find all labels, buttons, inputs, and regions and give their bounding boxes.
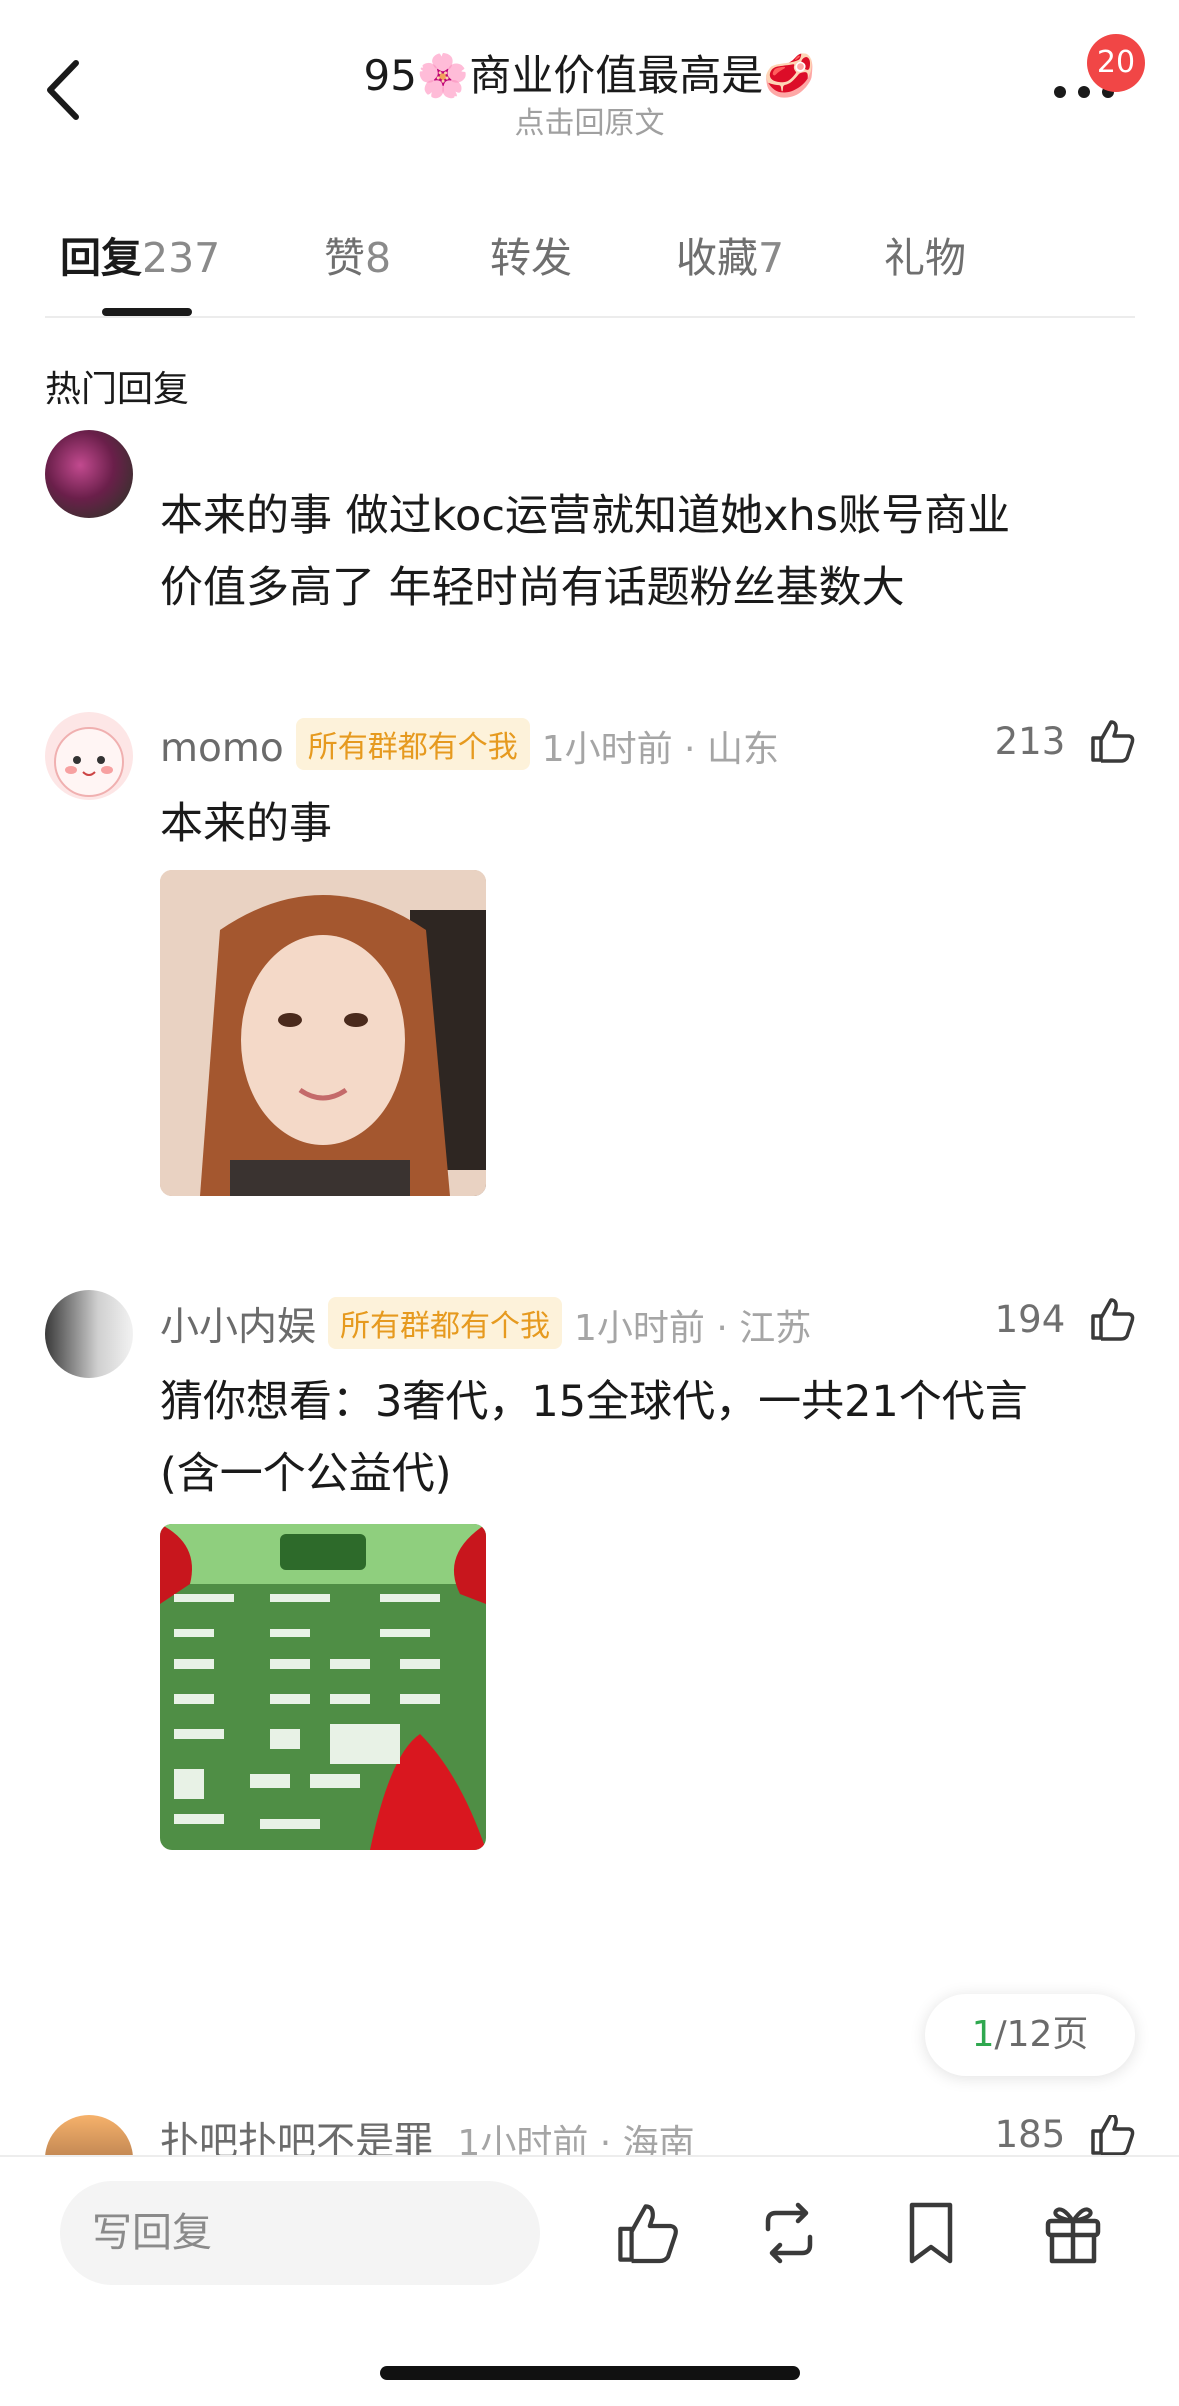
- tab-label: 转发: [490, 234, 572, 282]
- comment-text[interactable]: 本来的事: [160, 788, 1120, 860]
- thumbs-up-icon: [1091, 2115, 1135, 2155]
- avatar[interactable]: [45, 430, 133, 518]
- avatar[interactable]: [45, 712, 133, 800]
- tab-label: 回复: [60, 234, 142, 282]
- avatar[interactable]: [45, 1290, 133, 1378]
- home-indicator[interactable]: [380, 2366, 800, 2380]
- thumbs-up-icon: [1091, 1298, 1135, 1341]
- back-to-original-link[interactable]: 点击回原文: [0, 98, 1179, 142]
- user-badge: 所有群都有个我: [295, 718, 530, 770]
- gift-button[interactable]: [1038, 2195, 1108, 2271]
- thumbs-up-icon: [1091, 720, 1135, 763]
- tab-label: 赞: [324, 234, 365, 282]
- tab-count: 237: [142, 234, 221, 282]
- tab-gifts[interactable]: 礼物: [884, 224, 966, 284]
- tab-reposts[interactable]: 转发: [490, 224, 572, 284]
- current-page: 1: [971, 2014, 995, 2055]
- comment-item: momo 所有群都有个我 1小时前 · 山东 213 本来的事: [0, 710, 1179, 1210]
- bookmark-icon: [909, 2202, 953, 2264]
- comment-meta: 扑吧扑吧不是罪 1小时前 · 海南: [160, 2115, 695, 2155]
- notification-badge: 20: [1087, 34, 1145, 92]
- tab-bar: 回复237 赞8 转发 收藏7 礼物: [0, 200, 1179, 318]
- tab-replies[interactable]: 回复237: [60, 224, 220, 284]
- username[interactable]: 小小内娱: [160, 1305, 316, 1350]
- repost-button[interactable]: [754, 2195, 824, 2271]
- like-count: 194: [994, 1297, 1066, 1341]
- selfie-photo-image: [160, 870, 486, 1196]
- total-pages: /12页: [994, 2014, 1089, 2055]
- comment-meta: momo 所有群都有个我 1小时前 · 山东: [160, 718, 779, 778]
- timestamp-location: 1小时前 · 海南: [457, 2123, 695, 2155]
- comment-text-line: 本来的事 做过koc运营就知道她xhs账号商业: [160, 491, 1011, 541]
- timestamp-location: 1小时前 · 山东: [541, 729, 779, 770]
- post-title[interactable]: 95🌸商业价值最高是🥩: [0, 42, 1179, 103]
- like-button[interactable]: 194: [995, 1294, 1137, 1354]
- tab-label: 收藏: [676, 234, 758, 282]
- comment-image[interactable]: [160, 1524, 486, 1850]
- comment-item: 本来的事 做过koc运营就知道她xhs账号商业 价值多高了 年轻时尚有话题粉丝基…: [0, 430, 1179, 680]
- username[interactable]: 扑吧扑吧不是罪: [160, 2120, 433, 2155]
- hot-replies-heading: 热门回复: [45, 369, 190, 410]
- repost-icon: [765, 2202, 813, 2264]
- like-count: 185: [994, 2115, 1066, 2155]
- comment-item: 小小内娱 所有群都有个我 1小时前 · 江苏 194 猜你想看：3奢代，15全球代，…: [0, 1288, 1179, 2028]
- page-indicator[interactable]: 1/12页: [925, 1994, 1135, 2076]
- comment-meta: 小小内娱 所有群都有个我 1小时前 · 江苏: [160, 1296, 811, 1356]
- user-badge: 所有群都有个我: [328, 1297, 563, 1349]
- comment-text-line: (含一个公益代): [160, 1449, 452, 1499]
- tab-label: 礼物: [884, 234, 966, 282]
- tab-favorites[interactable]: 收藏7: [676, 224, 784, 284]
- reply-input[interactable]: 写回复: [60, 2181, 540, 2285]
- tab-likes[interactable]: 赞8: [324, 224, 391, 284]
- top-nav-bar: 95🌸商业价值最高是🥩 点击回原文 20: [0, 0, 1179, 200]
- like-count: 213: [994, 719, 1066, 763]
- comment-text-line: 猜你想看：3奢代，15全球代，一共21个代言: [160, 1377, 1028, 1427]
- comment-image[interactable]: [160, 870, 486, 1196]
- comment-item: 扑吧扑吧不是罪 1小时前 · 海南 185: [0, 2115, 1179, 2155]
- like-post-button[interactable]: [612, 2195, 682, 2271]
- avatar[interactable]: [45, 2115, 133, 2155]
- favorite-button[interactable]: [896, 2195, 966, 2271]
- timestamp-location: 1小时前 · 江苏: [574, 1308, 812, 1349]
- username[interactable]: momo: [160, 726, 284, 771]
- comment-text[interactable]: 猜你想看：3奢代，15全球代，一共21个代言 (含一个公益代): [160, 1366, 1120, 1510]
- comment-text[interactable]: 本来的事 做过koc运营就知道她xhs账号商业 价值多高了 年轻时尚有话题粉丝基…: [160, 480, 1120, 624]
- tab-count: 8: [365, 234, 392, 282]
- thumbs-up-icon: [618, 2204, 678, 2264]
- like-button[interactable]: 185: [995, 2115, 1137, 2155]
- comment-text-line: 价值多高了 年轻时尚有话题粉丝基数大: [160, 563, 905, 613]
- cartoon-face-icon: [54, 727, 124, 797]
- active-tab-indicator: [102, 308, 192, 316]
- endorsement-poster-image: [160, 1524, 486, 1850]
- tab-count: 7: [758, 234, 785, 282]
- like-button[interactable]: 213: [995, 716, 1137, 776]
- divider: [45, 316, 1135, 318]
- gift-icon: [1045, 2207, 1101, 2264]
